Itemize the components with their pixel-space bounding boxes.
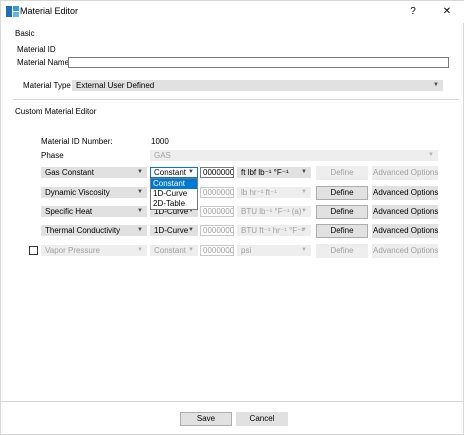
phase-value: GAS (154, 151, 171, 160)
gas-constant-define-button[interactable]: Define (316, 166, 368, 180)
app-logo-icon (6, 6, 19, 17)
help-button[interactable]: ? (405, 4, 421, 20)
thermal-conductivity-advanced-button[interactable]: Advanced Options (372, 224, 438, 238)
vapor-pressure-property-select[interactable]: Vapor Pressure ▼ (41, 245, 147, 256)
property-label: Specific Heat (45, 207, 93, 216)
property-label: Dynamic Viscosity (45, 188, 110, 197)
dropdown-option-1d-curve[interactable]: 1D-Curve (151, 189, 197, 199)
dropdown-option-constant[interactable]: Constant (151, 179, 197, 189)
unit-value: BTU lb⁻¹ °F⁻¹ (a) (241, 207, 302, 216)
material-editor-window: Material Editor ? ✕ Basic Material ID Ma… (0, 0, 464, 435)
material-name-label: Material Name (17, 58, 70, 67)
phase-label: Phase (41, 151, 64, 160)
dynamic-viscosity-define-button[interactable]: Define (316, 186, 368, 200)
chevron-down-icon: ▼ (137, 208, 143, 214)
chevron-down-icon: ▼ (433, 82, 439, 88)
footer-divider (1, 401, 463, 402)
chevron-down-icon: ▼ (188, 247, 194, 253)
chevron-down-icon: ▼ (301, 227, 307, 233)
dropdown-option-2d-table[interactable]: 2D-Table (151, 199, 197, 209)
close-button[interactable]: ✕ (439, 4, 455, 20)
material-type-label: Material Type (23, 81, 71, 90)
chevron-down-icon: ▼ (428, 152, 434, 158)
dynamic-viscosity-advanced-button[interactable]: Advanced Options (372, 186, 438, 200)
chevron-down-icon: ▼ (301, 169, 307, 175)
gas-constant-mode-select[interactable]: Constant ▼ (150, 167, 198, 178)
custom-section-label: Custom Material Editor (15, 107, 97, 116)
save-button[interactable]: Save (180, 412, 232, 426)
mode-value: 1D-Curve (154, 226, 189, 235)
basic-section-label: Basic (15, 29, 35, 38)
thermal-conductivity-mode-select[interactable]: 1D-Curve ▼ (150, 225, 198, 236)
thermal-conductivity-property-select[interactable]: Thermal Conductivity ▼ (41, 225, 147, 236)
unit-value: lb hr⁻¹ ft⁻¹ (241, 188, 278, 197)
chevron-down-icon: ▼ (301, 208, 307, 214)
vapor-pressure-mode-select[interactable]: Constant ▼ (150, 245, 198, 256)
window-title: Material Editor (20, 6, 79, 16)
vapor-pressure-define-button[interactable]: Define (316, 244, 368, 258)
dynamic-viscosity-unit-select[interactable]: lb hr⁻¹ ft⁻¹ ▼ (237, 187, 311, 198)
dynamic-viscosity-value-input[interactable]: 0000000 (200, 187, 234, 198)
material-type-select[interactable]: External User Defined ▼ (72, 80, 443, 91)
vapor-pressure-unit-select[interactable]: psi ▼ (237, 245, 311, 256)
specific-heat-property-select[interactable]: Specific Heat ▼ (41, 206, 147, 217)
material-name-input[interactable] (68, 57, 449, 68)
chevron-down-icon: ▼ (137, 169, 143, 175)
vapor-pressure-advanced-button[interactable]: Advanced Options (372, 244, 438, 258)
gas-constant-property-select[interactable]: Gas Constant ▼ (41, 167, 147, 178)
chevron-down-icon: ▼ (301, 189, 307, 195)
title-bar: Material Editor ? ✕ (1, 1, 464, 23)
specific-heat-unit-select[interactable]: BTU lb⁻¹ °F⁻¹ (a) ▼ (237, 206, 311, 217)
thermal-conductivity-unit-select[interactable]: BTU ft⁻¹ hr⁻¹ °F⁻¹ ▼ (237, 225, 311, 236)
unit-value: psi (241, 246, 252, 255)
chevron-down-icon: ▼ (301, 247, 307, 253)
material-id-number-value: 1000 (151, 137, 169, 146)
vapor-pressure-checkbox[interactable] (29, 246, 38, 255)
material-id-number-label: Material ID Number: (41, 137, 113, 146)
material-id-label: Material ID (17, 45, 56, 54)
mode-value: Constant (154, 168, 187, 177)
phase-select[interactable]: GAS ▼ (150, 150, 438, 161)
property-label: Thermal Conductivity (45, 226, 121, 235)
chevron-down-icon: ▼ (137, 247, 143, 253)
chevron-down-icon: ▼ (188, 169, 194, 175)
unit-value: BTU ft⁻¹ hr⁻¹ °F⁻¹ (241, 226, 304, 235)
gas-constant-value-input[interactable]: 0000000 (200, 167, 234, 178)
property-label: Vapor Pressure (45, 246, 100, 255)
specific-heat-define-button[interactable]: Define (316, 205, 368, 219)
material-type-value: External User Defined (76, 81, 155, 90)
cancel-button[interactable]: Cancel (236, 412, 288, 426)
mode-value: Constant (154, 246, 187, 255)
thermal-conductivity-value-input[interactable]: 0000000 (200, 225, 234, 236)
unit-value: ft lbf lb⁻¹ °F⁻¹ (241, 168, 289, 177)
gas-constant-advanced-button[interactable]: Advanced Options (372, 166, 438, 180)
specific-heat-advanced-button[interactable]: Advanced Options (372, 205, 438, 219)
thermal-conductivity-define-button[interactable]: Define (316, 224, 368, 238)
dynamic-viscosity-property-select[interactable]: Dynamic Viscosity ▼ (41, 187, 147, 198)
mode-dropdown-list: Constant 1D-Curve 2D-Table (150, 178, 198, 210)
specific-heat-value-input[interactable]: 0000000 (200, 206, 234, 217)
property-label: Gas Constant (45, 168, 94, 177)
chevron-down-icon: ▼ (137, 227, 143, 233)
chevron-down-icon: ▼ (188, 227, 194, 233)
chevron-down-icon: ▼ (137, 189, 143, 195)
vapor-pressure-value-input[interactable]: 0000000 (200, 245, 234, 256)
section-divider (13, 99, 459, 100)
gas-constant-unit-select[interactable]: ft lbf lb⁻¹ °F⁻¹ ▼ (237, 167, 311, 178)
